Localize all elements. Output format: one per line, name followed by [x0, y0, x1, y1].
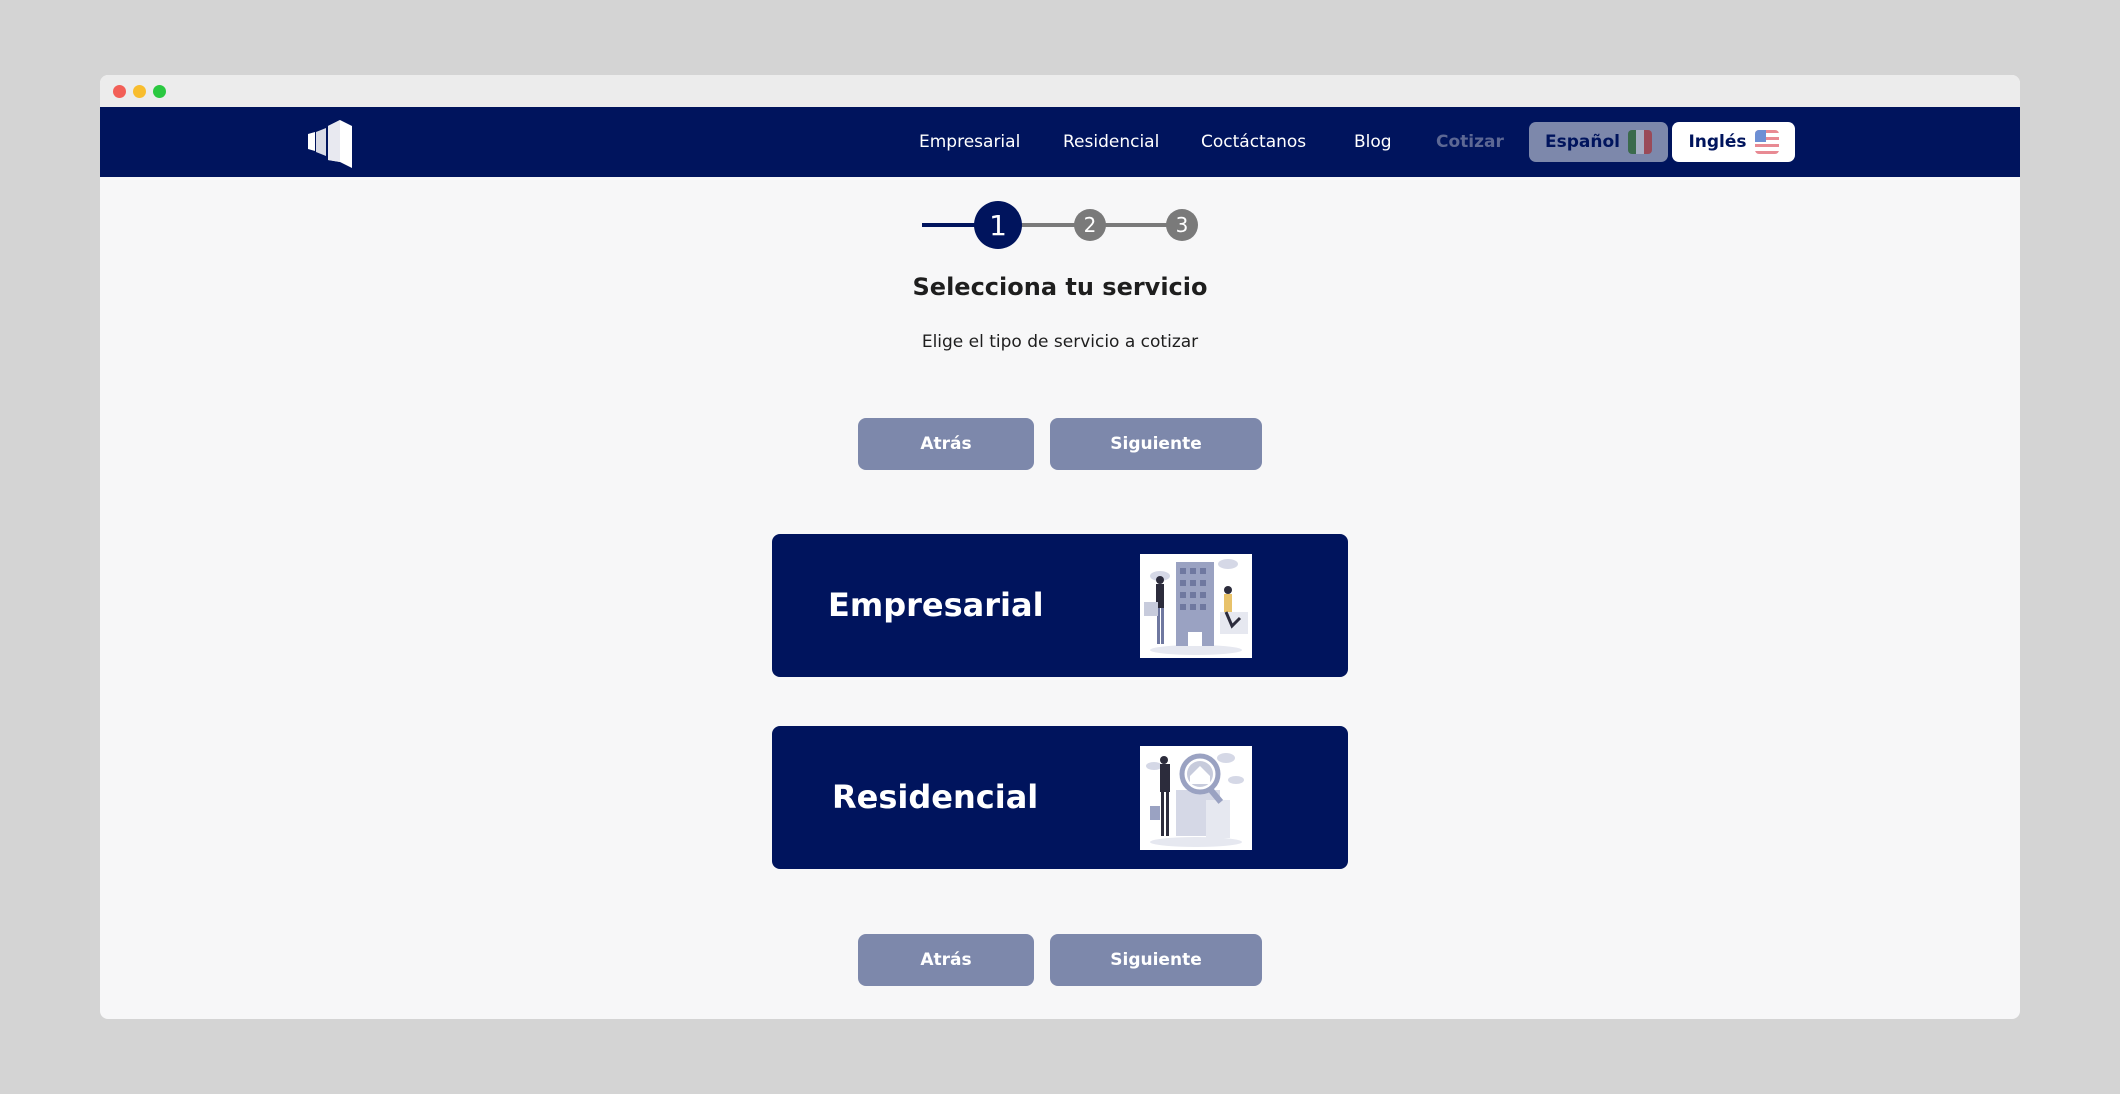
maximize-window-button[interactable]: [153, 85, 166, 98]
nav-link-empresarial[interactable]: Empresarial: [919, 107, 1020, 177]
step-3-indicator: 3: [1166, 209, 1198, 241]
house-search-illustration-icon: [1140, 746, 1252, 850]
language-spanish-button[interactable]: Español: [1529, 122, 1668, 162]
page-subtitle: Elige el tipo de servicio a cotizar: [921, 332, 1199, 352]
language-spanish-label: Español: [1545, 132, 1620, 152]
service-card-label: Residencial: [832, 778, 1039, 816]
back-button-bottom[interactable]: Atrás: [858, 934, 1034, 986]
service-card-label: Empresarial: [828, 586, 1044, 624]
step-1-indicator: 1: [974, 201, 1022, 249]
next-button-bottom[interactable]: Siguiente: [1050, 934, 1262, 986]
minimize-window-button[interactable]: [133, 85, 146, 98]
nav-link-cotizar[interactable]: Cotizar: [1436, 107, 1504, 177]
stepper-connector-line: [1104, 223, 1168, 227]
language-english-button[interactable]: Inglés: [1672, 122, 1795, 162]
browser-window: Empresarial Residencial Coctáctanos Blog…: [100, 75, 2020, 1019]
top-navbar: Empresarial Residencial Coctáctanos Blog…: [100, 107, 2020, 177]
next-button-top[interactable]: Siguiente: [1050, 418, 1262, 470]
step-2-indicator: 2: [1074, 209, 1106, 241]
service-card-empresarial[interactable]: Empresarial: [772, 534, 1348, 677]
nav-link-residencial[interactable]: Residencial: [1063, 107, 1159, 177]
nav-link-blog[interactable]: Blog: [1354, 107, 1392, 177]
stepper-connector-line: [1020, 223, 1076, 227]
language-english-label: Inglés: [1688, 132, 1747, 152]
back-button-top[interactable]: Atrás: [858, 418, 1034, 470]
office-building-illustration-icon: [1140, 554, 1252, 658]
close-window-button[interactable]: [113, 85, 126, 98]
nav-link-contactanos[interactable]: Coctáctanos: [1201, 107, 1306, 177]
usa-flag-icon: [1754, 130, 1779, 154]
stepper-progress-line: [922, 223, 976, 227]
company-logo-icon[interactable]: [308, 118, 356, 168]
service-card-residencial[interactable]: Residencial: [772, 726, 1348, 869]
window-titlebar: [100, 75, 2020, 107]
mexico-flag-icon: [1627, 130, 1652, 154]
page-title: Selecciona tu servicio: [912, 273, 1208, 301]
